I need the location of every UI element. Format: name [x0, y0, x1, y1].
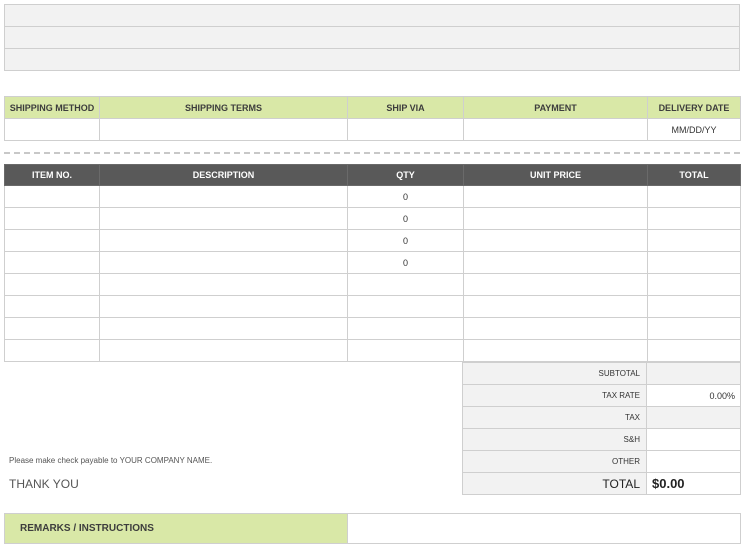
item-no-cell[interactable] — [4, 295, 100, 318]
qty-cell[interactable]: 0 — [347, 229, 464, 252]
other-value[interactable] — [646, 450, 741, 473]
description-cell[interactable] — [99, 251, 348, 274]
tax-rate-value[interactable]: 0.00% — [646, 384, 741, 407]
table-row: 0 — [4, 185, 741, 208]
sh-value[interactable] — [646, 428, 741, 451]
dashed-separator — [4, 152, 740, 154]
subtotal-label: SUBTOTAL — [462, 362, 647, 385]
shipping-table: SHIPPING METHOD SHIPPING TERMS SHIP VIA … — [4, 96, 741, 141]
description-cell[interactable] — [99, 295, 348, 318]
qty-cell[interactable] — [347, 273, 464, 296]
totals-table: SUBTOTAL TAX RATE 0.00% TAX S&H OTHER TO… — [462, 362, 741, 495]
shipping-method-header: SHIPPING METHOD — [4, 96, 100, 119]
line-total-cell[interactable] — [647, 207, 741, 230]
qty-cell[interactable] — [347, 295, 464, 318]
grand-total-row: TOTAL $0.00 — [462, 472, 741, 495]
sh-label: S&H — [462, 428, 647, 451]
ship-via-header: SHIP VIA — [347, 96, 464, 119]
description-cell[interactable] — [99, 273, 348, 296]
remarks-table: REMARKS / INSTRUCTIONS — [4, 513, 741, 544]
qty-cell[interactable]: 0 — [347, 207, 464, 230]
other-label: OTHER — [462, 450, 647, 473]
grand-total-value: $0.00 — [646, 472, 741, 495]
table-row: 0 — [4, 251, 741, 274]
tax-value — [646, 406, 741, 429]
line-total-cell[interactable] — [647, 185, 741, 208]
remarks-field[interactable] — [347, 513, 741, 544]
thank-you-text: THANK YOU — [9, 477, 79, 491]
table-row — [4, 273, 741, 296]
unit-price-cell[interactable] — [463, 251, 648, 274]
table-row — [4, 317, 741, 340]
description-cell[interactable] — [99, 317, 348, 340]
header-info-row[interactable] — [4, 4, 740, 27]
tax-rate-label: TAX RATE — [462, 384, 647, 407]
payment-cell[interactable] — [463, 118, 648, 141]
qty-cell[interactable] — [347, 339, 464, 362]
unit-price-cell[interactable] — [463, 273, 648, 296]
item-no-cell[interactable] — [4, 185, 100, 208]
tax-row: TAX — [462, 406, 741, 429]
qty-cell[interactable] — [347, 317, 464, 340]
header-info-row[interactable] — [4, 48, 740, 71]
line-total-cell[interactable] — [647, 273, 741, 296]
delivery-date-header: DELIVERY DATE — [647, 96, 741, 119]
unit-price-header: UNIT PRICE — [463, 164, 648, 186]
sh-row: S&H — [462, 428, 741, 451]
item-no-cell[interactable] — [4, 339, 100, 362]
remarks-label: REMARKS / INSTRUCTIONS — [4, 513, 348, 544]
items-table: ITEM NO. DESCRIPTION QTY UNIT PRICE TOTA… — [4, 164, 741, 362]
header-info-row[interactable] — [4, 26, 740, 49]
payment-header: PAYMENT — [463, 96, 648, 119]
shipping-terms-cell[interactable] — [99, 118, 348, 141]
subtotal-row: SUBTOTAL — [462, 362, 741, 385]
header-info-block — [4, 4, 740, 71]
ship-via-cell[interactable] — [347, 118, 464, 141]
table-row — [4, 295, 741, 318]
table-row — [4, 339, 741, 362]
line-total-cell[interactable] — [647, 229, 741, 252]
qty-cell[interactable]: 0 — [347, 251, 464, 274]
delivery-date-cell[interactable]: MM/DD/YY — [647, 118, 741, 141]
grand-total-label: TOTAL — [462, 472, 647, 495]
qty-cell[interactable]: 0 — [347, 185, 464, 208]
shipping-header-row: SHIPPING METHOD SHIPPING TERMS SHIP VIA … — [4, 96, 741, 119]
tax-rate-row: TAX RATE 0.00% — [462, 384, 741, 407]
unit-price-cell[interactable] — [463, 339, 648, 362]
shipping-terms-header: SHIPPING TERMS — [99, 96, 348, 119]
line-total-cell[interactable] — [647, 339, 741, 362]
qty-header: QTY — [347, 164, 464, 186]
description-cell[interactable] — [99, 339, 348, 362]
item-no-cell[interactable] — [4, 207, 100, 230]
subtotal-value — [646, 362, 741, 385]
unit-price-cell[interactable] — [463, 185, 648, 208]
item-no-header: ITEM NO. — [4, 164, 100, 186]
item-no-cell[interactable] — [4, 251, 100, 274]
other-row: OTHER — [462, 450, 741, 473]
line-total-cell[interactable] — [647, 295, 741, 318]
unit-price-cell[interactable] — [463, 295, 648, 318]
description-cell[interactable] — [99, 185, 348, 208]
description-cell[interactable] — [99, 207, 348, 230]
unit-price-cell[interactable] — [463, 207, 648, 230]
shipping-value-row: MM/DD/YY — [4, 118, 741, 141]
description-header: DESCRIPTION — [99, 164, 348, 186]
line-total-cell[interactable] — [647, 251, 741, 274]
item-no-cell[interactable] — [4, 229, 100, 252]
unit-price-cell[interactable] — [463, 317, 648, 340]
shipping-method-cell[interactable] — [4, 118, 100, 141]
description-cell[interactable] — [99, 229, 348, 252]
line-total-cell[interactable] — [647, 317, 741, 340]
item-no-cell[interactable] — [4, 273, 100, 296]
unit-price-cell[interactable] — [463, 229, 648, 252]
total-header: TOTAL — [647, 164, 741, 186]
table-row: 0 — [4, 229, 741, 252]
items-header-row: ITEM NO. DESCRIPTION QTY UNIT PRICE TOTA… — [4, 164, 741, 186]
tax-label: TAX — [462, 406, 647, 429]
table-row: 0 — [4, 207, 741, 230]
payable-note: Please make check payable to YOUR COMPAN… — [9, 456, 213, 465]
item-no-cell[interactable] — [4, 317, 100, 340]
